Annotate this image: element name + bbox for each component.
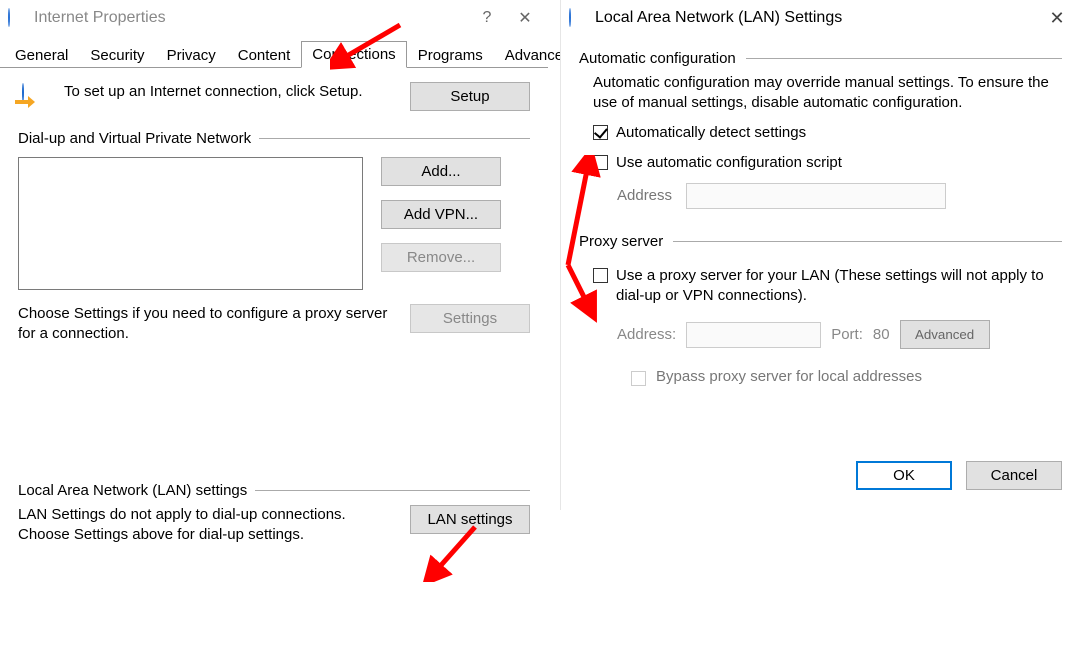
close-icon[interactable]: ✕ [1042,8,1072,29]
proxy-port-label: Port: [831,325,863,345]
titlebar: Internet Properties ? ✕ [0,0,548,36]
title-text: Internet Properties [34,9,166,27]
ok-button[interactable]: OK [856,461,952,490]
tab-privacy[interactable]: Privacy [156,42,227,68]
autoconfig-address-field [686,183,946,209]
dialup-label-text: Dial-up and Virtual Private Network [18,130,251,147]
lan-settings-text: LAN Settings do not apply to dial-up con… [18,505,392,545]
proxy-port-value: 80 [873,325,890,345]
use-proxy-checkbox[interactable] [593,268,608,283]
tab-content[interactable]: Content [227,42,302,68]
connection-listbox[interactable] [18,157,363,290]
proxy-address-label: Address: [617,325,676,345]
tab-security[interactable]: Security [79,42,155,68]
internet-properties-window: Internet Properties ? ✕ General Security… [0,0,548,646]
settings-button: Settings [410,304,530,333]
tabstrip: General Security Privacy Content Connect… [0,36,548,68]
lan-label-text: Local Area Network (LAN) settings [18,482,247,499]
lan-title-text: Local Area Network (LAN) Settings [595,9,842,27]
dialup-section-label: Dial-up and Virtual Private Network [18,130,530,147]
auto-config-group: Automatic configuration Automatic config… [579,50,1062,209]
add-button[interactable]: Add... [381,157,501,186]
bypass-label: Bypass proxy server for local addresses [656,367,922,387]
auto-detect-checkbox[interactable] [593,125,608,140]
auto-detect-label: Automatically detect settings [616,123,806,143]
close-icon[interactable]: ✕ [510,8,540,28]
bypass-checkbox [631,371,646,386]
lan-titlebar: Local Area Network (LAN) Settings ✕ [561,0,1080,36]
auto-config-label: Automatic configuration [579,50,736,67]
cancel-button[interactable]: Cancel [966,461,1062,490]
lan-settings-window: Local Area Network (LAN) Settings ✕ Auto… [560,0,1080,510]
remove-button: Remove... [381,243,501,272]
choose-settings-text: Choose Settings if you need to configure… [18,304,392,344]
lan-section-label: Local Area Network (LAN) settings [18,482,530,499]
auto-script-checkbox[interactable] [593,155,608,170]
proxy-address-field [686,322,821,348]
tab-programs[interactable]: Programs [407,42,494,68]
advanced-button: Advanced [900,320,990,349]
setup-button[interactable]: Setup [410,82,530,111]
globe-icon [8,9,26,27]
tab-general[interactable]: General [4,42,79,68]
proxy-label: Proxy server [579,233,663,250]
autoconfig-address-label: Address [617,186,672,206]
setup-globe-icon [22,84,50,112]
proxy-group: Proxy server Use a proxy server for your… [579,233,1062,387]
auto-script-label: Use automatic configuration script [616,153,842,173]
add-vpn-button[interactable]: Add VPN... [381,200,501,229]
lan-settings-button[interactable]: LAN settings [410,505,530,534]
globe-icon [569,9,587,27]
use-proxy-label: Use a proxy server for your LAN (These s… [616,266,1062,306]
setup-text: To set up an Internet connection, click … [64,82,396,102]
help-icon[interactable]: ? [472,9,502,27]
auto-config-text: Automatic configuration may override man… [593,73,1062,113]
tab-connections[interactable]: Connections [301,41,406,68]
